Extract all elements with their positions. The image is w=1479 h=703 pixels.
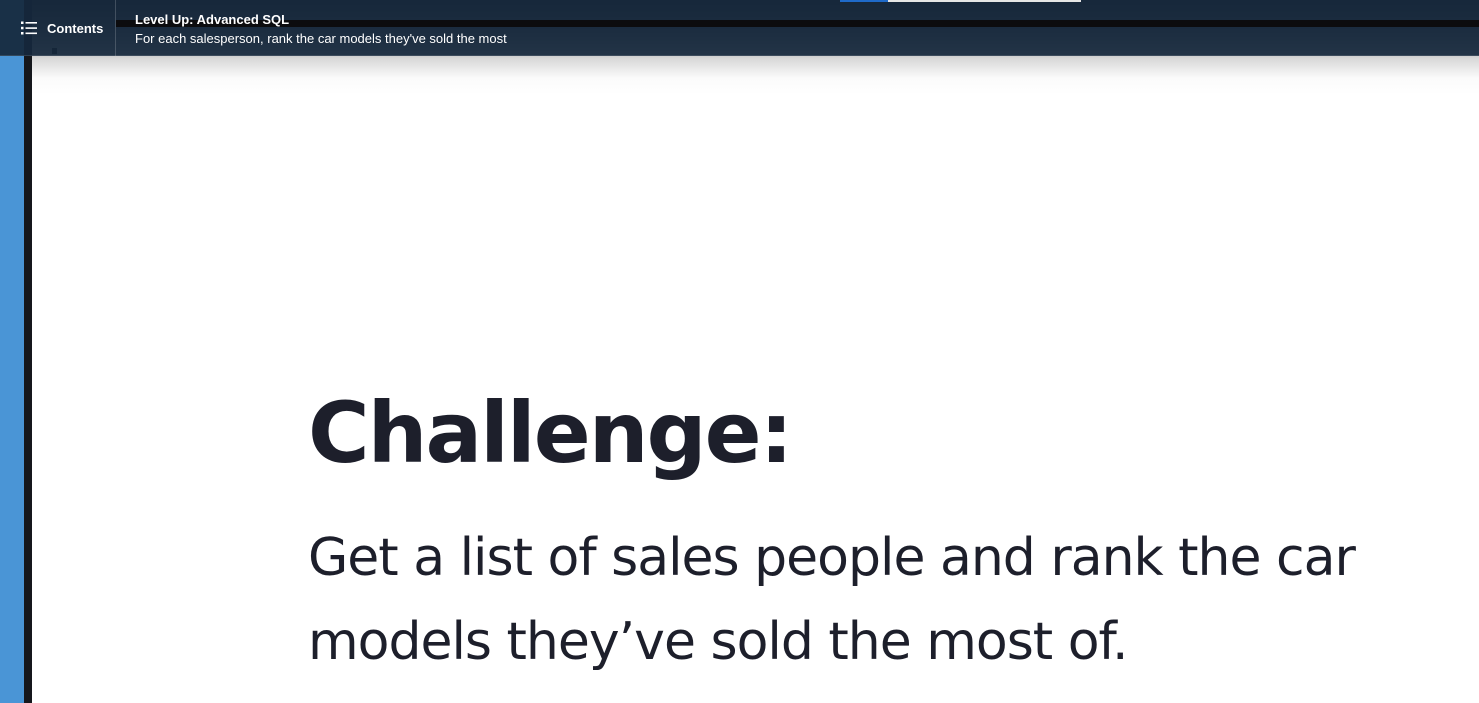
video-frame-border xyxy=(24,0,32,703)
list-icon xyxy=(21,21,37,35)
progress-track xyxy=(888,0,1081,2)
contents-label: Contents xyxy=(47,20,104,36)
slide-body: Get a list of sales people and rank the … xyxy=(308,528,1356,672)
app-window: Challenge: Get a list of sales people an… xyxy=(0,0,1479,703)
video-player[interactable]: Challenge: Get a list of sales people an… xyxy=(32,0,1479,703)
left-rail xyxy=(0,0,24,703)
contents-button[interactable]: Contents xyxy=(0,0,116,56)
progress-fill xyxy=(840,0,888,2)
course-title[interactable]: Level Up: Advanced SQL xyxy=(135,12,289,27)
slide-heading: Challenge: xyxy=(308,384,793,482)
header-bottom-line xyxy=(0,55,1479,56)
header-bar: Contents Level Up: Advanced SQL For each… xyxy=(0,0,1479,56)
header-divider xyxy=(116,20,1479,27)
video-title: For each salesperson, rank the car model… xyxy=(135,31,507,46)
